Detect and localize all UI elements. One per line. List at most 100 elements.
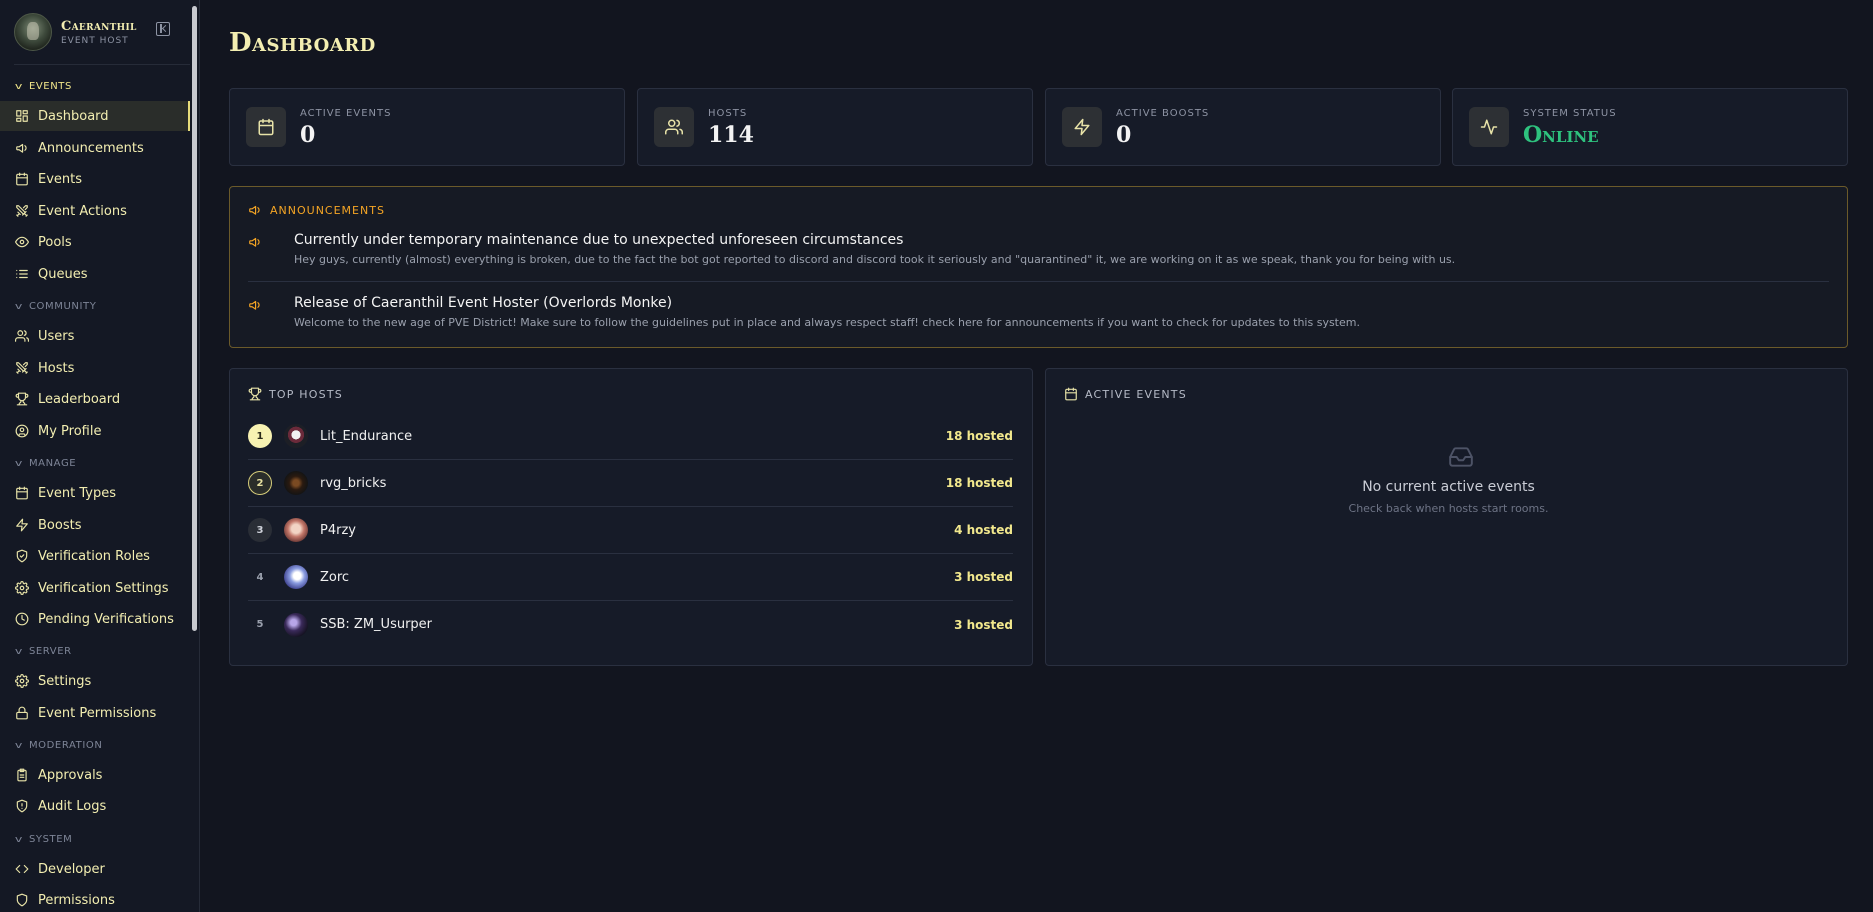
sidebar-item-label: Verification Roles: [38, 548, 150, 564]
stat-value: 0: [1116, 122, 1132, 148]
swords-icon: [15, 361, 29, 375]
sidebar-item-verification-roles[interactable]: Verification Roles: [0, 541, 190, 571]
active-events-heading-label: ACTIVE EVENTS: [1085, 387, 1187, 401]
activity-icon: [1469, 107, 1509, 147]
list-icon: [15, 267, 29, 281]
sidebar-item-announcements[interactable]: Announcements: [0, 133, 190, 163]
host-name: rvg_bricks: [320, 475, 387, 491]
rank-badge: 2: [248, 471, 272, 495]
divider: [248, 281, 1829, 282]
announcement-body: Hey guys, currently (almost) everything …: [294, 253, 1456, 266]
sidebar-item-dashboard[interactable]: Dashboard: [0, 101, 190, 131]
section-community[interactable]: v COMMUNITY: [14, 301, 97, 312]
brand-logo: [14, 13, 52, 51]
table-row[interactable]: 5 SSB: ZM_Usurper 3 hosted: [248, 601, 1013, 648]
gear-icon: [15, 581, 29, 595]
avatar: [284, 424, 308, 448]
calendar-icon: [1065, 387, 1077, 401]
announcements-panel: ANNOUNCEMENTS Currently under temporary …: [229, 186, 1848, 348]
host-name: Lit_Endurance: [320, 428, 413, 444]
announcement-title: Currently under temporary maintenance du…: [294, 232, 904, 248]
sidebar-item-audit-logs[interactable]: Audit Logs: [0, 791, 190, 821]
sidebar-item-pending-verifications[interactable]: Pending Verifications: [0, 604, 190, 634]
status-online: Online: [1523, 122, 1599, 148]
active-events-heading: ACTIVE EVENTS: [1064, 387, 1187, 401]
table-row[interactable]: 3 P4rzy 4 hosted: [248, 507, 1013, 554]
active-events-panel: ACTIVE EVENTS No current active events C…: [1045, 368, 1848, 666]
section-system[interactable]: v SYSTEM: [15, 834, 73, 845]
section-moderation[interactable]: v MODERATION: [15, 740, 102, 751]
sidebar-item-label: Leaderboard: [38, 391, 121, 407]
swords-icon: [15, 204, 29, 218]
avatar: [284, 565, 308, 589]
sidebar-item-label: Pools: [38, 234, 72, 250]
shield-check-icon: [15, 549, 29, 563]
empty-state-subtitle: Check back when hosts start rooms.: [1348, 502, 1549, 515]
rank-badge: 5: [256, 619, 264, 630]
table-row[interactable]: 2 rvg_bricks 18 hosted: [248, 460, 1013, 507]
rank-badge: 1: [248, 424, 272, 448]
sidebar-item-my-profile[interactable]: My Profile: [0, 416, 190, 446]
sidebar-item-events[interactable]: Events: [0, 164, 190, 194]
stat-card-active-events: ACTIVE EVENTS 0: [229, 88, 625, 166]
sidebar-item-developer[interactable]: Developer: [0, 854, 190, 884]
dashboard-icon: [15, 109, 29, 123]
announcements-heading: ANNOUNCEMENTS: [248, 203, 385, 217]
code-icon: [15, 862, 29, 876]
sidebar-item-pools[interactable]: Pools: [0, 227, 190, 257]
sidebar-item-event-types[interactable]: Event Types: [0, 478, 190, 508]
sidebar-item-label: Pending Verifications: [38, 611, 174, 627]
section-manage[interactable]: v MANAGE: [15, 458, 76, 469]
sidebar-item-boosts[interactable]: Boosts: [0, 510, 190, 540]
section-label: EVENTS: [28, 81, 72, 92]
sidebar-collapse-icon[interactable]: [156, 22, 170, 36]
table-row[interactable]: 1 Lit_Endurance 18 hosted: [248, 413, 1013, 460]
rank-badge: 3: [248, 518, 272, 542]
zap-icon: [1062, 107, 1102, 147]
stat-label: SYSTEM STATUS: [1523, 108, 1617, 119]
sidebar-item-leaderboard[interactable]: Leaderboard: [0, 384, 190, 414]
section-events[interactable]: v EVENTS: [14, 81, 72, 92]
host-count: 3 hosted: [954, 617, 1013, 632]
sidebar-item-settings[interactable]: Settings: [0, 666, 190, 696]
sidebar-item-event-actions[interactable]: Event Actions: [0, 196, 190, 226]
chevron-down-icon: v: [14, 81, 24, 92]
sidebar-item-event-permissions[interactable]: Event Permissions: [0, 698, 190, 728]
trophy-icon: [248, 387, 262, 401]
section-label: SYSTEM: [28, 834, 73, 845]
stat-card-system-status: SYSTEM STATUS Online: [1452, 88, 1848, 166]
sidebar: Caeranthil EVENT HOST v EVENTS Dashboard…: [0, 0, 200, 912]
users-icon: [15, 329, 29, 343]
megaphone-icon: [249, 237, 260, 247]
host-name: SSB: ZM_Usurper: [320, 617, 433, 632]
sidebar-item-label: Audit Logs: [38, 798, 107, 814]
host-count: 4 hosted: [954, 523, 1013, 537]
sidebar-item-hosts[interactable]: Hosts: [0, 353, 190, 383]
announcement-body: Welcome to the new age of PVE District! …: [294, 316, 1360, 329]
stat-label: ACTIVE BOOSTS: [1116, 108, 1210, 119]
announcements-heading-label: ANNOUNCEMENTS: [270, 203, 385, 217]
sidebar-item-label: Settings: [38, 673, 92, 689]
chevron-down-icon: v: [14, 301, 24, 312]
sidebar-item-users[interactable]: Users: [0, 321, 190, 351]
host-count: 3 hosted: [954, 570, 1013, 584]
table-row[interactable]: 4 Zorc 3 hosted: [248, 554, 1013, 601]
sidebar-scrollbar[interactable]: [192, 6, 197, 631]
section-label: COMMUNITY: [28, 301, 97, 312]
section-server[interactable]: v SERVER: [15, 646, 72, 657]
sidebar-item-label: Announcements: [38, 140, 144, 156]
avatar: [284, 518, 308, 542]
sidebar-item-permissions[interactable]: Permissions: [0, 885, 190, 912]
avatar: [284, 612, 308, 637]
sidebar-item-verification-settings[interactable]: Verification Settings: [0, 573, 190, 603]
sidebar-item-label: Verification Settings: [38, 580, 169, 596]
sidebar-item-label: Event Permissions: [38, 705, 157, 721]
sidebar-item-approvals[interactable]: Approvals: [0, 760, 190, 790]
sidebar-item-label: Hosts: [38, 360, 75, 376]
sidebar-item-queues[interactable]: Queues: [0, 259, 190, 289]
lock-icon: [15, 706, 29, 720]
host-count: 18 hosted: [945, 429, 1013, 443]
users-icon: [654, 107, 694, 147]
megaphone-icon: [15, 141, 29, 155]
brand-name: Caeranthil: [61, 18, 137, 34]
